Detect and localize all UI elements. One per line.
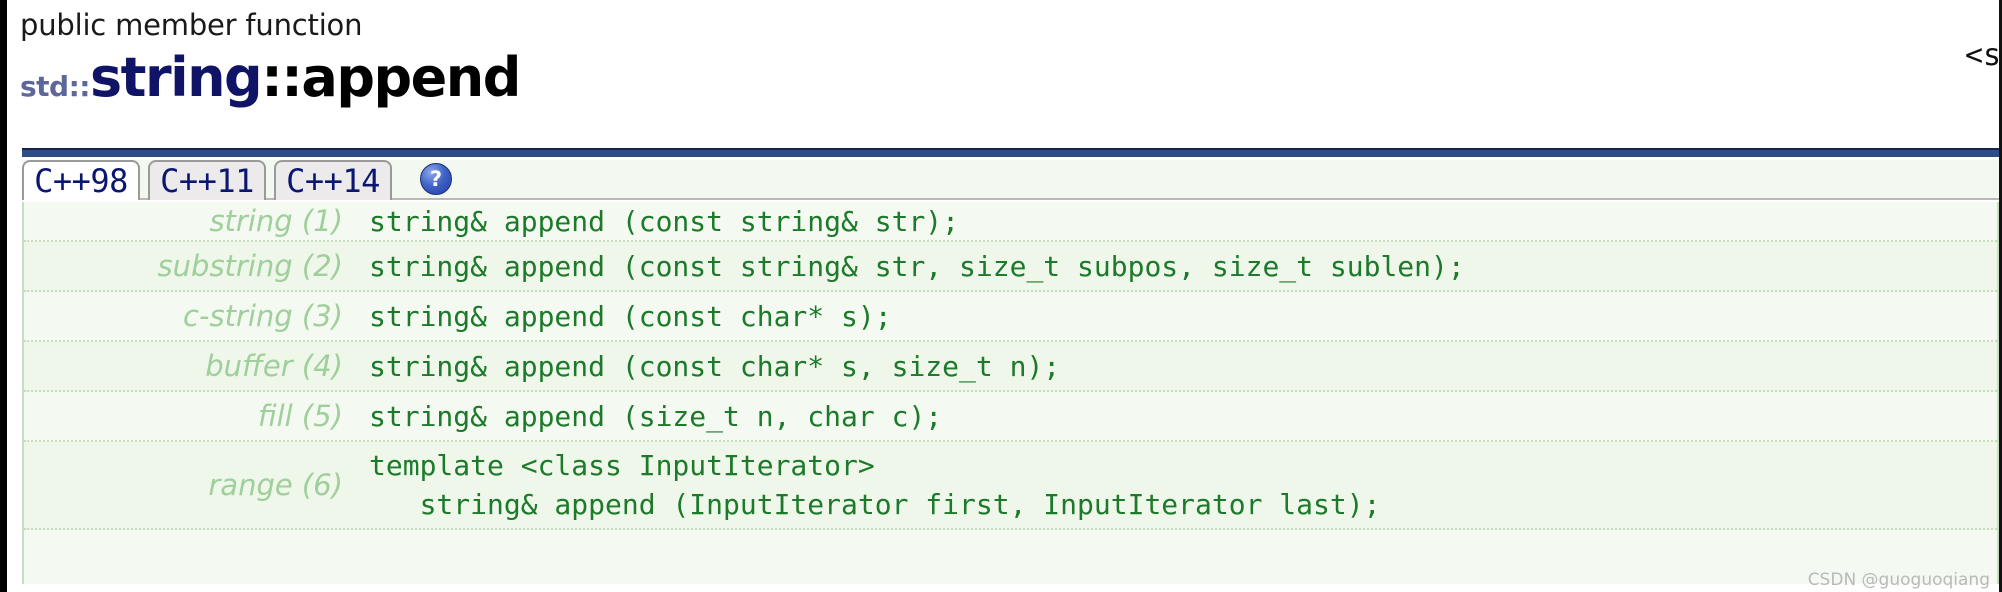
table-row: range (6) template <class InputIterator>… — [24, 442, 1997, 530]
signature-code: template <class InputIterator> string& a… — [369, 449, 1381, 521]
table-row: c-string (3) string& append (const char*… — [24, 292, 1997, 342]
title-class: string — [90, 46, 263, 109]
tab-cpp98[interactable]: C++98 — [22, 160, 140, 200]
page-title: std::string::append — [20, 51, 1720, 105]
left-border-rail — [0, 0, 7, 592]
signature-code: string& append (const string& str, size_… — [369, 249, 1465, 283]
table-row: string (1) string& append (const string&… — [24, 202, 1997, 242]
signature-code: string& append (const char* s); — [369, 299, 892, 333]
title-namespace: std:: — [20, 70, 91, 103]
signature-table: string (1) string& append (const string&… — [22, 202, 1999, 584]
function-kind-label: public member function — [20, 8, 363, 42]
title-member: ::append — [261, 46, 521, 109]
table-row: buffer (4) string& append (const char* s… — [24, 342, 1997, 392]
include-header-link[interactable]: <s — [1965, 38, 1999, 73]
signature-label: string (1) — [209, 204, 343, 238]
standard-version-tabbar: C++98 C++11 C++14 ? — [22, 160, 1999, 200]
help-icon[interactable]: ? — [420, 163, 452, 195]
page-header: public member function std::string::appe… — [20, 8, 1720, 105]
signature-label: fill (5) — [257, 399, 343, 433]
tab-cpp14[interactable]: C++14 — [274, 160, 392, 200]
signature-code: string& append (const string& str); — [369, 204, 960, 238]
page-root: public member function std::string::appe… — [0, 0, 2002, 592]
tab-cpp11[interactable]: C++11 — [148, 160, 266, 200]
table-row: substring (2) string& append (const stri… — [24, 242, 1997, 292]
signature-label: range (6) — [208, 468, 343, 502]
signature-code: string& append (const char* s, size_t n)… — [369, 349, 1061, 383]
signature-label: buffer (4) — [205, 349, 343, 383]
signature-label: c-string (3) — [183, 299, 343, 333]
title-divider — [22, 148, 1999, 157]
table-row: fill (5) string& append (size_t n, char … — [24, 392, 1997, 442]
signature-label: substring (2) — [157, 249, 343, 283]
watermark: CSDN @guoguoqiang — [1807, 570, 1990, 590]
signature-code: string& append (size_t n, char c); — [369, 399, 943, 433]
